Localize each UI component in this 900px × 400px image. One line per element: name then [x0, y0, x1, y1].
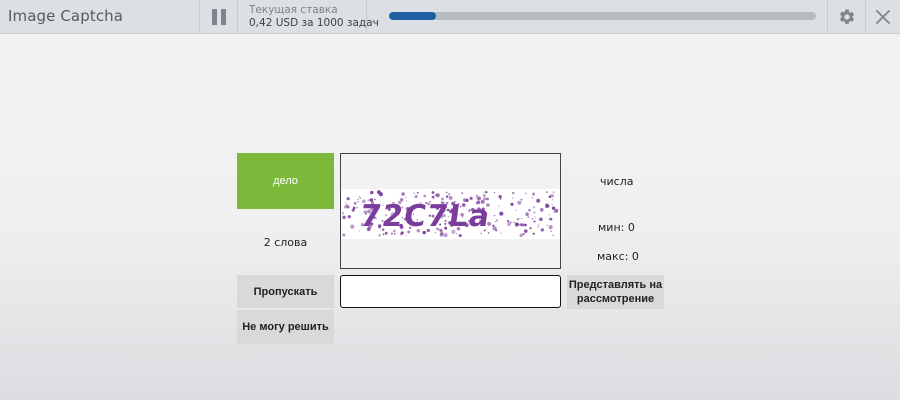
- captcha-text: 72C7La: [358, 199, 493, 234]
- settings-button[interactable]: [829, 0, 865, 34]
- close-button[interactable]: [866, 0, 900, 34]
- rate-info: Текущая ставка 0,42 USD за 1000 задач: [249, 4, 379, 30]
- divider: [366, 0, 367, 34]
- divider: [827, 0, 828, 34]
- rate-label: Текущая ставка: [249, 4, 338, 16]
- pause-icon: [210, 9, 228, 25]
- skip-button[interactable]: Пропускать: [237, 275, 334, 308]
- close-icon: [876, 10, 890, 24]
- progress-fill: [389, 12, 436, 20]
- min-length-label: мин: 0: [598, 221, 635, 234]
- captcha-picture: 72C7La: [341, 154, 560, 268]
- cannot-solve-button[interactable]: Не могу решить: [237, 310, 334, 344]
- app-title: Image Captcha: [8, 7, 124, 25]
- answer-type-label: числа: [600, 175, 634, 188]
- captcha-image: 72C7La: [340, 153, 561, 269]
- pause-button[interactable]: [200, 0, 237, 34]
- gear-icon: [839, 9, 855, 24]
- progress-bar: [389, 12, 816, 20]
- top-bar: Image Captcha Текущая ставка 0,42 USD за…: [0, 0, 900, 34]
- word-hint-button[interactable]: дело: [237, 153, 334, 209]
- max-length-label: макс: 0: [597, 250, 639, 263]
- answer-input[interactable]: [340, 275, 561, 308]
- words-count-label: 2 слова: [263, 236, 308, 249]
- divider: [237, 0, 238, 34]
- rate-value: 0,42 USD за 1000 задач: [249, 17, 379, 29]
- submit-review-button[interactable]: Представлять на рассмотрение: [567, 275, 664, 309]
